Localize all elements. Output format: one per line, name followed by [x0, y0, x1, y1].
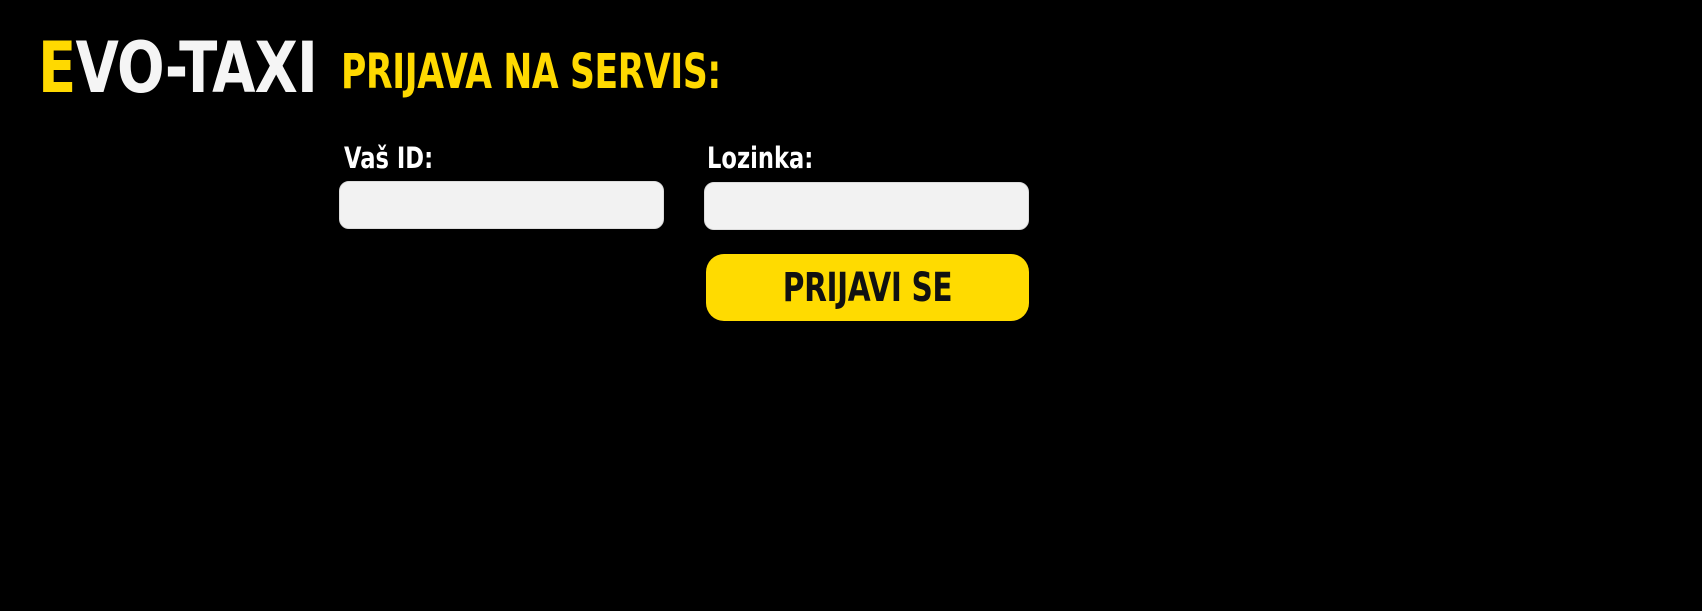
id-input[interactable] [339, 181, 664, 229]
logo-text: VO-TAXI [75, 27, 318, 109]
login-button[interactable]: PRIJAVI SE [706, 254, 1029, 321]
app-logo: EVO-TAXI [38, 26, 318, 110]
password-input[interactable] [704, 182, 1029, 230]
logo-accent-letter: E [38, 27, 76, 109]
login-button-label: PRIJAVI SE [782, 264, 953, 311]
password-label: Lozinka: [707, 141, 814, 175]
id-label: Vaš ID: [344, 141, 434, 175]
page-title: PRIJAVA NA SERVIS: [341, 44, 721, 100]
